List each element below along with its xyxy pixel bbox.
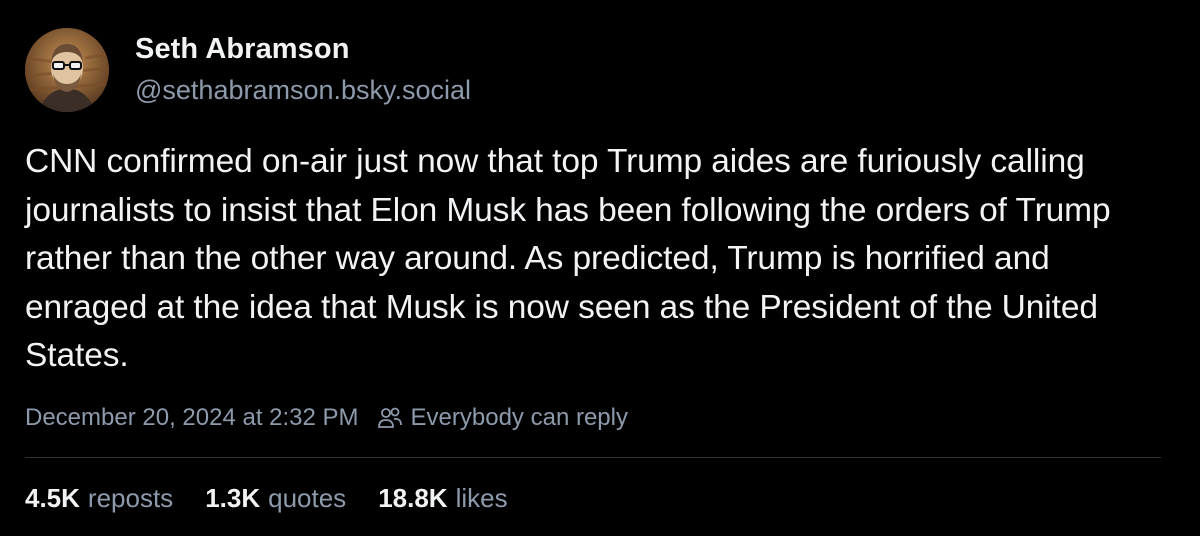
post-text: CNN confirmed on-air just now that top T… — [25, 143, 1111, 374]
post-stats: 4.5K reposts 1.3K quotes 18.8K likes — [25, 480, 540, 516]
reply-setting[interactable]: Everybody can reply — [411, 400, 628, 436]
quotes-stat[interactable]: 1.3K quotes — [205, 480, 346, 516]
people-icon — [377, 406, 403, 430]
reposts-count: 4.5K — [25, 483, 80, 513]
divider — [25, 457, 1161, 458]
post-card: Seth Abramson @sethabramson.bsky.social … — [0, 0, 1200, 536]
author-info: Seth Abramson @sethabramson.bsky.social — [135, 31, 471, 108]
author-display-name[interactable]: Seth Abramson — [135, 31, 471, 67]
reposts-label: reposts — [87, 483, 174, 513]
avatar[interactable] — [25, 28, 109, 112]
avatar-image — [25, 28, 109, 112]
post-timestamp[interactable]: December 20, 2024 at 2:32 PM — [25, 400, 359, 436]
likes-stat[interactable]: 18.8K likes — [378, 480, 507, 516]
likes-count: 18.8K — [378, 483, 448, 513]
reposts-stat[interactable]: 4.5K reposts — [25, 480, 173, 516]
quotes-count: 1.3K — [205, 483, 261, 513]
author-handle[interactable]: @sethabramson.bsky.social — [135, 72, 471, 108]
likes-label: likes — [455, 483, 508, 513]
quotes-label: quotes — [268, 483, 347, 513]
post-meta: December 20, 2024 at 2:32 PM Everybody c… — [25, 400, 628, 436]
post-header: Seth Abramson @sethabramson.bsky.social — [25, 28, 471, 112]
